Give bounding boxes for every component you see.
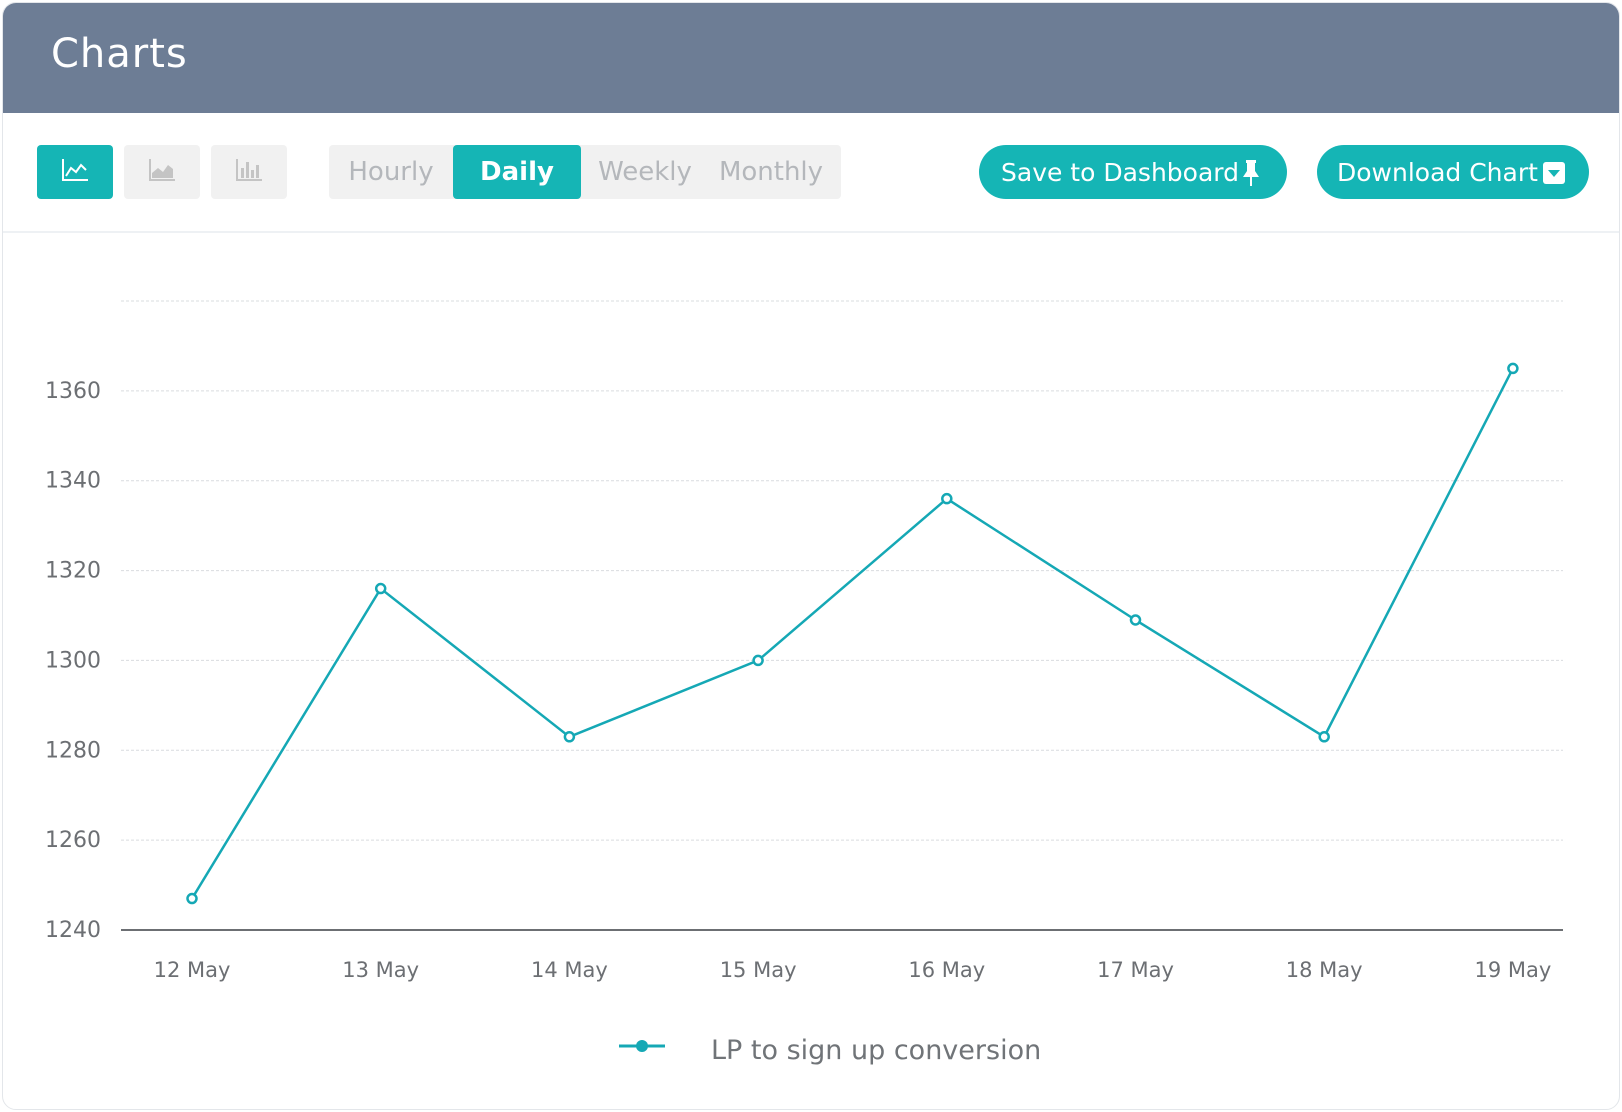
save-to-dashboard-button[interactable]: Save to Dashboard	[979, 145, 1287, 199]
x-tick-label: 14 May	[531, 958, 608, 982]
data-points	[186, 362, 1519, 905]
x-tick-label: 17 May	[1097, 958, 1174, 982]
pin-icon	[1241, 159, 1261, 193]
x-axis-ticks: 12 May 13 May 14 May 15 May 16 May 17 May 18 M…	[154, 958, 1552, 982]
x-tick-label: 13 May	[342, 958, 419, 982]
x-tick-label: 16 May	[908, 958, 985, 982]
bar-chart-icon	[234, 157, 264, 187]
data-point[interactable]	[1507, 362, 1519, 375]
data-point[interactable]	[1318, 731, 1330, 743]
x-tick-label: 12 May	[154, 958, 231, 982]
y-tick-label: 1320	[45, 559, 101, 584]
x-tick-label: 15 May	[720, 958, 797, 982]
interval-monthly[interactable]: Monthly	[705, 145, 837, 199]
y-tick-label: 1300	[45, 648, 101, 673]
save-button-label: Save to Dashboard	[1001, 157, 1239, 187]
charts-panel: Charts Hourly Daily Weekly Monthly Save …	[2, 2, 1620, 1110]
data-point[interactable]	[752, 654, 764, 667]
y-tick-label: 1280	[45, 738, 101, 763]
data-point[interactable]	[1129, 614, 1142, 626]
data-point[interactable]	[374, 582, 387, 595]
series-lines	[190, 367, 1515, 900]
data-point[interactable]	[941, 492, 953, 505]
bar-chart-button[interactable]	[211, 145, 287, 199]
grid-lines	[121, 300, 1563, 841]
download-chart-button[interactable]: Download Chart	[1317, 145, 1589, 199]
legend-series-label: LP to sign up conversion	[711, 1035, 1042, 1066]
chart-toolbar: Hourly Daily Weekly Monthly Save to Dash…	[3, 113, 1619, 233]
x-tick-label: 19 May	[1474, 958, 1551, 982]
series-line	[190, 367, 1515, 900]
line-chart-button[interactable]	[37, 145, 113, 199]
interval-daily[interactable]: Daily	[453, 145, 581, 199]
y-tick-label: 1240	[45, 918, 101, 943]
interval-weekly[interactable]: Weekly	[581, 145, 709, 199]
x-tick-label: 18 May	[1286, 958, 1363, 982]
download-button-label: Download Chart	[1337, 157, 1538, 187]
line-chart-icon	[60, 157, 90, 187]
interval-hourly[interactable]: Hourly	[329, 145, 453, 199]
legend-marker	[619, 1040, 665, 1052]
area-chart-icon	[147, 157, 177, 187]
data-point[interactable]	[563, 731, 576, 743]
y-tick-label: 1340	[45, 469, 101, 494]
page-title: Charts	[51, 31, 188, 77]
y-tick-label: 1360	[45, 379, 101, 404]
interval-selector: Hourly Daily Weekly Monthly	[329, 145, 841, 199]
panel-header: Charts	[3, 3, 1619, 113]
y-tick-label: 1260	[45, 828, 101, 853]
area-chart-button[interactable]	[124, 145, 200, 199]
caret-down-icon	[1543, 161, 1565, 190]
y-axis-ticks: 1240 1260 1280 1300 1320 1340 1360	[45, 379, 101, 943]
data-point[interactable]	[186, 892, 198, 905]
legend-dot	[636, 1040, 648, 1052]
